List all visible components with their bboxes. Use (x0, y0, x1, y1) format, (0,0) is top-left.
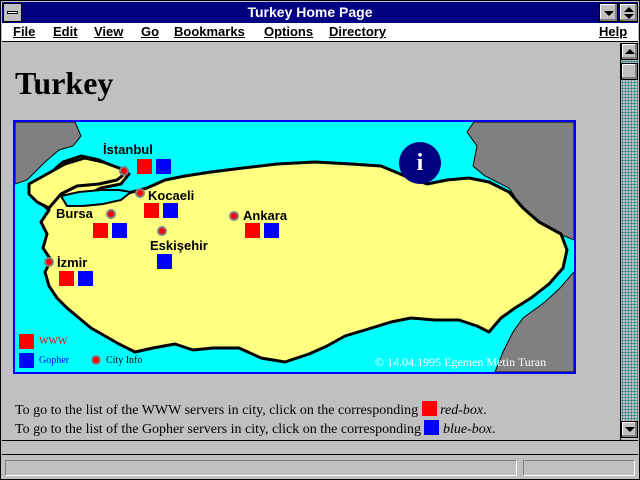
title-bar[interactable]: Turkey Home Page (2, 2, 638, 23)
instruction-gopher: To go to the list of the Gopher servers … (15, 420, 496, 437)
restore-down-arrow-icon (624, 14, 634, 19)
bottom-divider (2, 440, 638, 454)
legend-www-label: WWW (39, 336, 68, 347)
window-title: Turkey Home Page (247, 4, 373, 20)
gopher-box-ankara[interactable] (264, 223, 279, 238)
city-info-dot-istanbul[interactable] (119, 166, 129, 176)
status-message-field (5, 460, 517, 476)
minimize-arrow-icon (604, 11, 614, 16)
city-info-dot-kocaeli[interactable] (135, 188, 145, 198)
system-menu-button[interactable] (3, 3, 22, 22)
gopher-box-bursa[interactable] (112, 223, 127, 238)
instruction-blue-box (424, 420, 440, 435)
city-info-dot-bursa[interactable] (106, 209, 116, 219)
city-label-izmir[interactable]: İzmir (57, 255, 87, 270)
city-label-bursa[interactable]: Bursa (56, 206, 93, 221)
gopher-box-kocaeli[interactable] (163, 203, 178, 218)
www-box-ankara[interactable] (245, 223, 260, 238)
legend-city-info-label: City Info (106, 355, 143, 366)
restore-up-arrow-icon (624, 7, 634, 12)
city-info-dot-ankara[interactable] (229, 211, 239, 221)
page-title: Turkey (15, 65, 114, 101)
menu-bar: File Edit View Go Bookmarks Options Dire… (2, 23, 638, 42)
minimize-button[interactable] (599, 3, 618, 22)
gopher-box-istanbul[interactable] (156, 159, 171, 174)
city-label-istanbul[interactable]: İstanbul (103, 142, 153, 157)
city-label-ankara[interactable]: Ankara (243, 208, 287, 223)
scroll-thumb[interactable] (621, 63, 638, 80)
menu-view[interactable]: View (94, 24, 123, 39)
turkey-map-graphic (15, 122, 574, 372)
instruction-red-box (421, 401, 437, 416)
city-info-dot-izmir[interactable] (44, 257, 54, 267)
www-box-bursa[interactable] (93, 223, 108, 238)
menu-help[interactable]: Help (599, 24, 627, 39)
menu-options[interactable]: Options (264, 24, 313, 39)
city-info-dot-eskisehir[interactable] (157, 226, 167, 236)
www-box-izmir[interactable] (59, 271, 74, 286)
menu-directory[interactable]: Directory (329, 24, 386, 39)
status-progress-field (523, 460, 635, 476)
browser-window: Turkey Home Page File Edit View Go Bookm… (0, 0, 640, 480)
legend-gopher-label: Gopher (39, 355, 69, 366)
system-menu-bar-icon (7, 11, 18, 14)
turkey-land (35, 154, 569, 364)
legend-gopher-box (19, 353, 34, 368)
city-label-kocaeli[interactable]: Kocaeli (148, 188, 194, 203)
turkey-image-map[interactable]: İstanbul Kocaeli Bursa Ankara Eskişehir (13, 120, 576, 374)
scroll-down-arrow-icon (625, 427, 635, 432)
scroll-up-arrow-icon (625, 49, 635, 54)
www-box-kocaeli[interactable] (144, 203, 159, 218)
legend-city-info-dot (91, 355, 101, 365)
legend-www-box (19, 334, 34, 349)
scroll-down-button[interactable] (621, 421, 638, 438)
menu-file[interactable]: File (13, 24, 35, 39)
vertical-scrollbar[interactable] (620, 43, 638, 440)
city-label-eskisehir[interactable]: Eskişehir (150, 238, 208, 253)
menu-go[interactable]: Go (141, 24, 159, 39)
status-bar (2, 454, 638, 479)
menu-edit[interactable]: Edit (53, 24, 78, 39)
restore-button[interactable] (619, 3, 638, 22)
info-icon[interactable]: i (399, 142, 441, 184)
map-copyright: © 14.04.1995 Egemen Metin Turan (375, 355, 547, 369)
gopher-box-izmir[interactable] (78, 271, 93, 286)
scroll-up-button[interactable] (621, 43, 638, 60)
instruction-www: To go to the list of the WWW servers in … (15, 401, 487, 418)
scroll-track[interactable] (621, 60, 638, 421)
menu-bookmarks[interactable]: Bookmarks (174, 24, 245, 39)
page-content: Turkey İstanbul Kocaeli Bursa Ankara Esk… (2, 43, 620, 440)
gopher-box-eskisehir[interactable] (157, 254, 172, 269)
www-box-istanbul[interactable] (137, 159, 152, 174)
